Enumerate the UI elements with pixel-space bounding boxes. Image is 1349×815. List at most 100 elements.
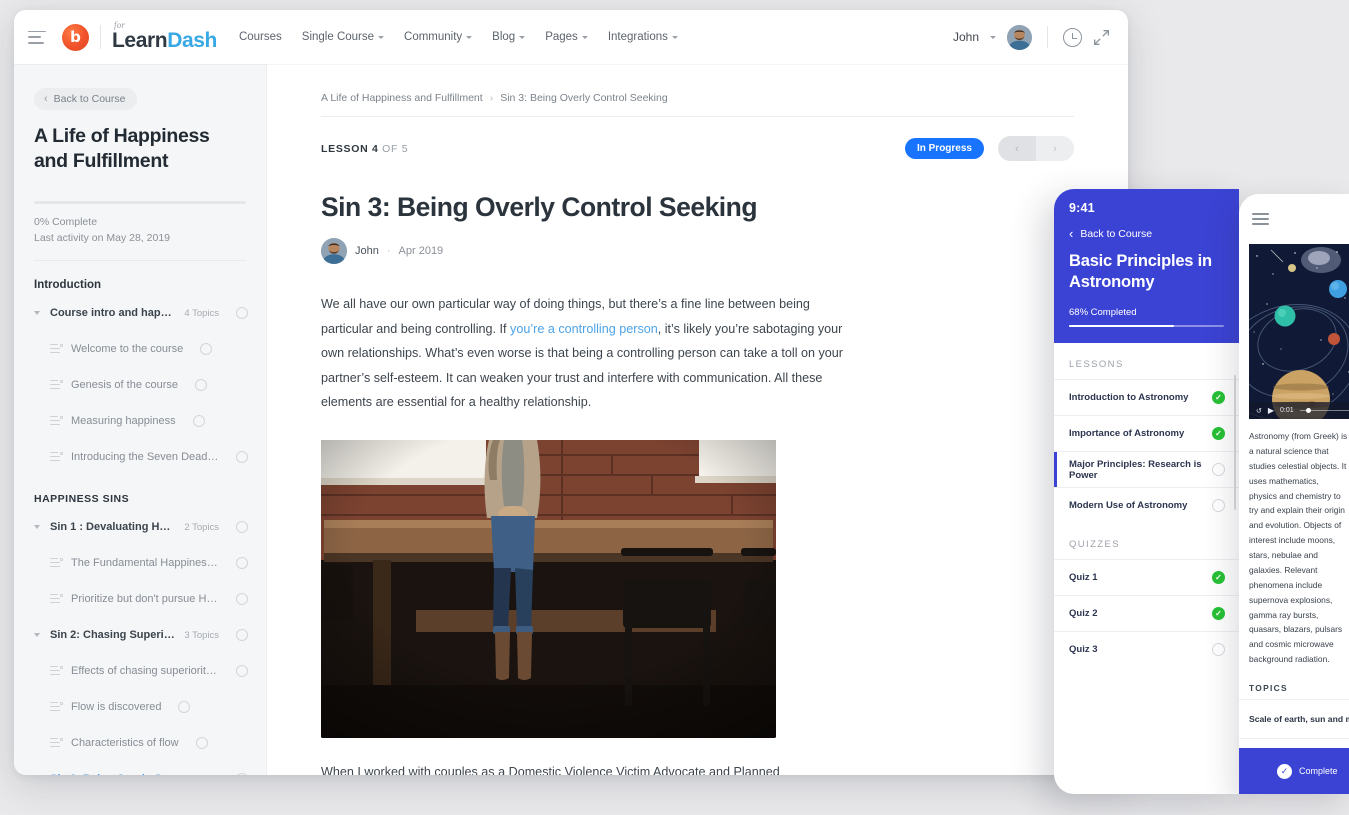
publish-date: Apr 2019 (398, 245, 444, 257)
topic-icon (50, 593, 63, 605)
completion-radio[interactable] (200, 343, 213, 356)
completed-check-icon: ✓ (1212, 607, 1225, 621)
sidebar-topic-row[interactable]: Prioritize but don't pursue Happiness (14, 581, 266, 617)
controlling-person-link[interactable]: you’re a controlling person (510, 322, 658, 336)
sidebar-topic-label: Characteristics of flow (71, 737, 179, 750)
expand-arrows-icon[interactable] (1093, 29, 1110, 46)
sidebar-topic-row[interactable]: Introducing the Seven Deadly Happine... (14, 439, 266, 475)
chevron-down-icon[interactable] (34, 633, 40, 638)
mobile-lesson-row[interactable]: Modern Use of Astronomy (1054, 487, 1239, 523)
completion-radio[interactable] (236, 451, 248, 464)
mobile-quiz-label: Quiz 3 (1069, 644, 1098, 656)
outline-section-heading: Introduction (34, 279, 102, 292)
video-progress-bar[interactable] (1299, 407, 1349, 413)
learndash-logo-icon[interactable]: b (62, 23, 89, 51)
completion-radio[interactable] (236, 773, 248, 775)
topic-icon (50, 415, 63, 427)
nav-item-blog[interactable]: Blog (492, 31, 526, 43)
mark-complete-button[interactable]: ✓ Complete (1239, 748, 1349, 794)
video-progress-handle[interactable] (1305, 407, 1311, 413)
mobile-back-to-course-button[interactable]: ‹ Back to Course (1069, 227, 1224, 240)
mobile-course-title: Basic Principles in Astronomy (1069, 252, 1212, 291)
completion-radio[interactable] (236, 593, 248, 606)
completion-radio[interactable] (192, 415, 205, 428)
breadcrumb-course[interactable]: A Life of Happiness and Fulfillment (321, 92, 483, 104)
next-lesson-button[interactable]: › (1036, 136, 1074, 161)
sidebar-lesson-row[interactable]: Sin 3: Being Overly Control Seek... 2 Top… (14, 761, 266, 775)
sidebar-topic-row[interactable]: Effects of chasing superiority on happ..… (14, 653, 266, 689)
browser-window: b for LearnDash Courses Single Course Co… (14, 10, 1128, 775)
hamburger-icon[interactable] (1252, 213, 1269, 225)
back-to-course-label: Back to Course (53, 93, 126, 105)
mobile-quiz-row[interactable]: Quiz 3 (1054, 631, 1239, 667)
mobile-quiz-label: Quiz 2 (1069, 608, 1098, 620)
sidebar-topics-count: 2 Topics (184, 774, 219, 775)
sidebar-lesson-label: Course intro and happiness mea... (50, 307, 177, 320)
sidebar-topic-row[interactable]: Welcome to the course (14, 331, 266, 367)
mobile-quiz-label: Quiz 1 (1069, 572, 1098, 584)
sidebar-topic-row[interactable]: Measuring happiness (14, 403, 266, 439)
back-to-course-button[interactable]: ‹ Back to Course (34, 88, 138, 110)
mobile-lesson-label: Introduction to Astronomy (1069, 392, 1189, 404)
breadcrumb-lesson[interactable]: Sin 3: Being Overly Control Seeking (500, 92, 668, 104)
lesson-video-player[interactable]: ↺ ▶ 0:01 (1249, 244, 1349, 419)
chevron-down-icon[interactable] (990, 35, 996, 39)
completion-radio[interactable] (195, 379, 208, 392)
mobile-lesson-row[interactable]: Importance of Astronomy ✓ (1054, 415, 1239, 451)
nav-label: Integrations (607, 31, 668, 43)
brand-wordmark[interactable]: for LearnDash (112, 20, 217, 51)
course-outline: Introduction Course intro and happiness m… (14, 279, 266, 775)
mobile-quiz-row[interactable]: Quiz 1 ✓ (1054, 559, 1239, 595)
completion-radio[interactable] (236, 521, 248, 534)
play-icon[interactable]: ▶ (1268, 406, 1274, 415)
lesson-paragraph-2: When I worked with couples as a Domestic… (321, 764, 780, 775)
chevron-down-icon (378, 35, 385, 39)
mobile-quiz-row[interactable]: Quiz 2 ✓ (1054, 595, 1239, 631)
completion-radio[interactable] (195, 737, 208, 750)
avatar-image (321, 238, 347, 264)
replay-icon[interactable]: ↺ (1256, 407, 1262, 415)
user-name-label[interactable]: John (953, 30, 979, 44)
completion-radio[interactable] (236, 307, 248, 320)
sidebar-lesson-row[interactable]: Course intro and happiness mea... 4 Topic… (14, 295, 266, 331)
nav-label: Community (404, 31, 463, 43)
sidebar-topic-label: Welcome to the course (71, 343, 184, 356)
nav-item-integrations[interactable]: Integrations (608, 31, 678, 43)
sidebar-topic-row[interactable]: Characteristics of flow (14, 725, 266, 761)
mobile-scrollbar[interactable] (1233, 375, 1236, 510)
video-controls[interactable]: ↺ ▶ 0:01 (1249, 402, 1349, 419)
sidebar-lesson-row[interactable]: Sin 1 : Devaluating Happiness 2 Topics (14, 509, 266, 545)
support-clock-icon[interactable] (1063, 27, 1082, 47)
sidebar-topic-label: Prioritize but don't pursue Happiness (71, 593, 219, 606)
nav-item-single-course[interactable]: Single Course (302, 31, 385, 43)
mobile-lesson-row[interactable]: Major Principles: Research is Power (1054, 451, 1239, 488)
avatar[interactable] (1007, 24, 1032, 50)
mobile-lesson-row[interactable]: Introduction to Astronomy ✓ (1054, 379, 1239, 415)
previous-lesson-button[interactable]: ‹ (998, 136, 1036, 161)
mobile-quizzes-list: Quiz 1 ✓ Quiz 2 ✓ Quiz 3 (1054, 559, 1239, 667)
lesson-paragraph-1: We all have our own particular way of do… (321, 292, 846, 415)
sidebar-topic-row[interactable]: Flow is discovered (14, 689, 266, 725)
mobile-quizzes-heading: QUIZZES (1069, 539, 1120, 551)
sidebar-topic-row[interactable]: Genesis of the course (14, 367, 266, 403)
chevron-down-icon[interactable] (34, 311, 40, 316)
hamburger-icon[interactable] (28, 30, 46, 44)
status-badge[interactable]: In Progress (904, 138, 984, 159)
completion-radio[interactable] (236, 665, 248, 678)
mobile-lesson-text: Astronomy (from Greek) is a natural scie… (1249, 431, 1348, 665)
sidebar-divider (34, 260, 246, 262)
mobile-topic-label: Scale of earth, sun and moon (1249, 714, 1349, 724)
nav-item-pages[interactable]: Pages (545, 31, 588, 43)
completion-radio[interactable] (178, 701, 191, 714)
course-title: A Life of Happiness and Fulfillment (34, 125, 210, 173)
screenshot-stage: b for LearnDash Courses Single Course Co… (0, 0, 1349, 815)
nav-item-community[interactable]: Community (404, 31, 473, 43)
mobile-topic-row[interactable]: Scale of earth, sun and moon (1239, 699, 1349, 738)
chevron-down-icon[interactable] (34, 525, 40, 530)
check-circle-icon: ✓ (1277, 763, 1292, 779)
sidebar-lesson-row[interactable]: Sin 2: Chasing Superiority 3 Topics (14, 617, 266, 653)
nav-item-courses[interactable]: Courses (239, 31, 282, 43)
sidebar-topic-row[interactable]: The Fundamental Happiness Paradox (14, 545, 266, 581)
completion-radio[interactable] (236, 557, 248, 570)
completion-radio[interactable] (236, 629, 248, 642)
